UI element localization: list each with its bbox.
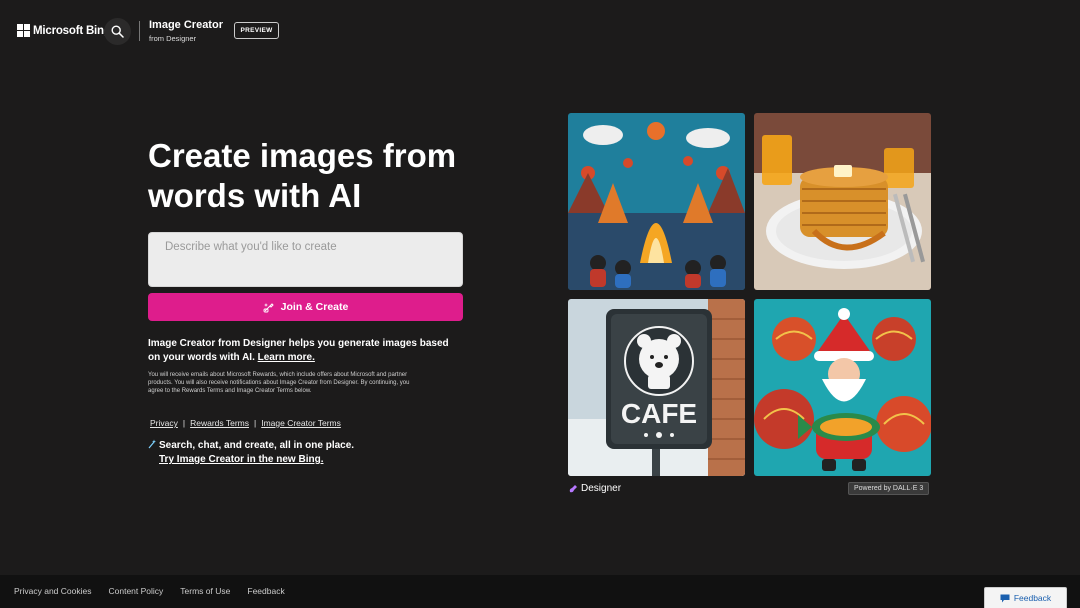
designer-label: Designer [581,483,622,494]
search-icon [111,25,124,38]
search-button[interactable] [104,18,131,45]
rewards-terms-link[interactable]: Rewards Terms [190,418,249,428]
header-divider [139,21,140,41]
fine-print: You will receive emails about Microsoft … [148,372,410,395]
product-title[interactable]: Image Creator [149,19,223,31]
feedback-button[interactable]: Feedback [984,587,1067,608]
microsoft-bing-logo[interactable]: Microsoft Bing [17,24,111,37]
product-subtitle: from Designer [149,34,197,43]
designer-credit[interactable]: Designer [568,483,621,494]
gallery-image-bonfire [568,113,745,290]
preview-badge: PREVIEW [234,22,279,39]
legal-separator: | [253,418,257,428]
privacy-and-cookies-link[interactable]: Privacy and Cookies [14,586,91,596]
description: Image Creator from Designer helps you ge… [148,337,463,365]
learn-more-link[interactable]: Learn more. [258,352,315,363]
privacy-link[interactable]: Privacy [150,418,178,428]
powered-by-dalle-badge: Powered by DALL·E 3 [848,482,930,495]
brand-name: Microsoft Bing [33,24,111,37]
designer-icon [569,484,577,492]
feedback-button-label: Feedback [1013,593,1052,603]
content-policy-link[interactable]: Content Policy [108,586,163,596]
promo-text: Search, chat, and create, all in one pla… [159,440,355,451]
legal-links: Privacy | Rewards Terms | Image Creator … [150,418,341,428]
gallery-image-pancakes [754,113,931,290]
cafe-sign-text: CAFE [621,398,697,429]
join-and-create-button[interactable]: Join & Create [148,293,463,321]
header: Microsoft Bing Image Creator from Design… [0,0,1080,62]
gallery-image-santa [754,299,931,476]
sparkle-brush-icon [263,303,274,313]
chat-bubble-icon [1000,594,1010,602]
sparkle-icon [148,439,156,449]
gallery-image-cafe-sign: CAFE [568,299,745,476]
prompt-input[interactable] [148,232,463,287]
image-creator-terms-link[interactable]: Image Creator Terms [261,418,341,428]
microsoft-logo-icon [17,24,30,37]
terms-of-use-link[interactable]: Terms of Use [180,586,230,596]
footer: Privacy and Cookies Content Policy Terms… [0,575,1080,608]
hero-title: Create images from words with AI [148,137,457,214]
join-button-label: Join & Create [280,301,349,313]
footer-feedback-link[interactable]: Feedback [247,586,284,596]
try-new-bing-link[interactable]: Try Image Creator in the new Bing. [159,454,323,465]
footer-links: Privacy and Cookies Content Policy Terms… [14,586,285,596]
legal-separator: | [182,418,186,428]
